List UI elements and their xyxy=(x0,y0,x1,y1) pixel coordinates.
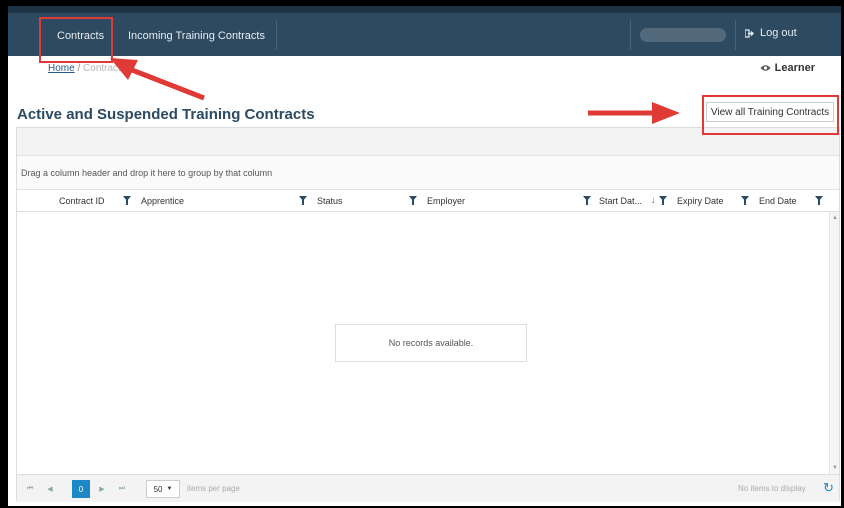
app-window: Contracts Incoming Training Contracts Lo… xyxy=(8,6,841,506)
annotation-arrow-to-contracts xyxy=(110,58,205,101)
annotation-arrows xyxy=(110,58,680,124)
annotation-arrow-to-view-all xyxy=(588,102,680,124)
